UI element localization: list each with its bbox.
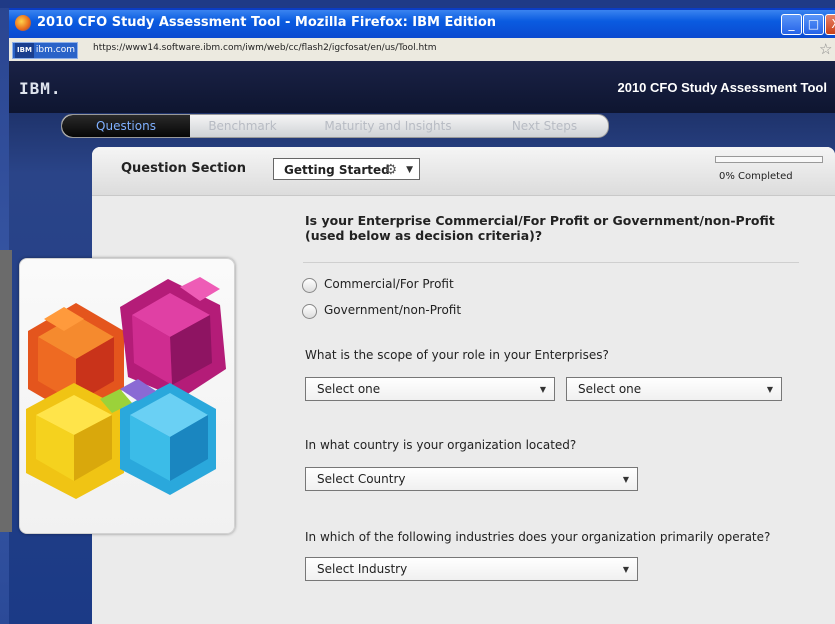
address-bar[interactable]: IBM ibm.com https://www14.software.ibm.co… xyxy=(9,38,835,61)
chevron-down-icon: ▼ xyxy=(539,385,546,394)
chevron-down-icon: ▼ xyxy=(622,565,629,574)
desktop-top-strip xyxy=(0,0,835,8)
site-identity-badge[interactable]: IBM ibm.com xyxy=(12,42,78,59)
role-scope-select-2-value: Select one xyxy=(578,382,642,396)
question-industry: In which of the following industries doe… xyxy=(305,530,771,544)
maximize-button[interactable]: □ xyxy=(803,14,824,35)
progress-bar xyxy=(715,156,823,163)
yellow-cube-cluster xyxy=(26,383,132,499)
question-section-label: Question Section xyxy=(121,161,246,176)
question-divider xyxy=(303,262,799,263)
gear-icon: ⚙ xyxy=(384,162,397,178)
section-dropdown[interactable]: Getting Started ⚙ ▼ xyxy=(273,158,420,180)
ibm-logo: IBM. xyxy=(19,79,62,98)
question-country: In what country is your organization loc… xyxy=(305,438,577,452)
role-scope-select-1-value: Select one xyxy=(317,382,381,396)
firefox-icon xyxy=(15,15,31,31)
window-title: 2010 CFO Study Assessment Tool - Mozilla… xyxy=(37,15,497,30)
panel-header: Question Section Getting Started ⚙ ▼ 0% … xyxy=(92,147,835,196)
role-scope-select-1[interactable]: Select one ▼ xyxy=(305,377,555,401)
chevron-down-icon: ▼ xyxy=(406,165,413,175)
radio-government[interactable] xyxy=(302,304,317,319)
section-dropdown-value: Getting Started xyxy=(284,163,390,177)
site-identity-label: ibm.com xyxy=(35,45,75,55)
bookmark-star-icon[interactable]: ☆ xyxy=(819,40,832,58)
question-enterprise-type: Is your Enterprise Commercial/For Profit… xyxy=(305,213,775,243)
app-header: IBM. 2010 CFO Study Assessment Tool xyxy=(9,61,835,113)
url-field[interactable]: https://www14.software.ibm.com/iwm/web/c… xyxy=(93,43,436,53)
cyan-cube-cluster xyxy=(120,379,216,495)
progress-text: 0% Completed xyxy=(719,171,793,182)
role-scope-select-2[interactable]: Select one ▼ xyxy=(566,377,782,401)
radio-government-label[interactable]: Government/non-Profit xyxy=(324,303,461,317)
main-tabs: Questions Benchmark Maturity and Insight… xyxy=(61,114,609,138)
tab-maturity-and-insights[interactable]: Maturity and Insights xyxy=(295,115,481,137)
cube-illustration-card xyxy=(19,258,235,534)
radio-commercial-label[interactable]: Commercial/For Profit xyxy=(324,277,454,291)
question-role-scope: What is the scope of your role in your E… xyxy=(305,348,609,362)
tab-benchmark[interactable]: Benchmark xyxy=(190,115,295,137)
country-select-value: Select Country xyxy=(317,472,406,486)
tab-questions[interactable]: Questions xyxy=(62,115,190,137)
close-button[interactable]: X xyxy=(825,14,835,35)
app-title: 2010 CFO Study Assessment Tool xyxy=(617,80,827,95)
industry-select[interactable]: Select Industry ▼ xyxy=(305,557,638,581)
left-edge-shadow xyxy=(0,250,12,532)
country-select[interactable]: Select Country ▼ xyxy=(305,467,638,491)
industry-select-value: Select Industry xyxy=(317,562,408,576)
chevron-down-icon: ▼ xyxy=(766,385,773,394)
tab-next-steps[interactable]: Next Steps xyxy=(481,115,608,137)
ibm-favicon: IBM xyxy=(15,43,34,58)
cube-mosaic-image xyxy=(26,277,226,499)
radio-commercial[interactable] xyxy=(302,278,317,293)
window-titlebar[interactable]: 2010 CFO Study Assessment Tool - Mozilla… xyxy=(9,10,835,38)
chevron-down-icon: ▼ xyxy=(622,475,629,484)
minimize-button[interactable]: _ xyxy=(781,14,802,35)
